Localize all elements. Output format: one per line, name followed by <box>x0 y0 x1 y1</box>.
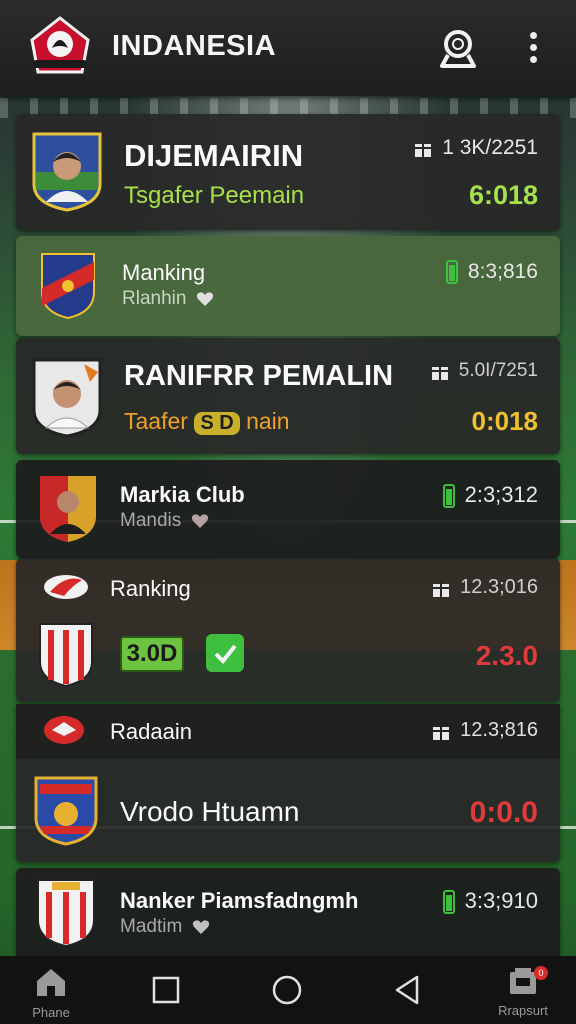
battery-icon <box>442 484 455 509</box>
nav-home-button[interactable] <box>270 974 304 1011</box>
player-subtitle: Tsgafer Peemain <box>124 182 305 209</box>
gift-icon <box>415 140 432 158</box>
gift-icon <box>433 722 450 740</box>
status-badge: S D <box>194 412 240 435</box>
stat-value: 5.0I/7251 <box>458 360 538 381</box>
card-subtitle-text: Rlanhin <box>122 288 187 309</box>
card-title: Vrodo Htuamn <box>120 796 300 827</box>
circle-icon <box>272 975 302 1005</box>
heart-icon <box>191 514 208 528</box>
ranking-card[interactable]: Manking Rlanhin 8:3;816 <box>16 236 560 336</box>
score-value: 0:0.0 <box>469 796 538 829</box>
club-crest-icon <box>39 623 93 688</box>
player-subtitle-pre: Taafer <box>124 408 188 434</box>
card-title: Nanker Piamsfadngmh <box>120 888 359 913</box>
stat-readout: 1 3K/2251 <box>414 136 538 160</box>
card-subtitle-text: Mandis <box>120 510 182 531</box>
player-name: RANIFRR PEMALIN <box>124 360 394 392</box>
player-subtitle: Taafer S D nain <box>124 408 290 435</box>
stat-readout: 2:3;312 <box>442 482 538 509</box>
card-title: Ranking <box>110 576 191 601</box>
back-triangle-icon <box>395 975 419 1005</box>
club-crest-icon <box>37 879 95 948</box>
player-photo-icon <box>40 476 96 542</box>
stat-readout: 8:3;816 <box>445 260 538 285</box>
gift-icon <box>431 362 448 380</box>
player-name: DIJEMAIRIN <box>124 138 304 173</box>
ranking-header[interactable]: Radaain 12.3;816 <box>16 704 560 758</box>
stat-value: 3:3;910 <box>464 888 538 913</box>
player-photo-icon <box>32 132 102 212</box>
stat-value: 2:3;312 <box>464 482 538 507</box>
player-photo-icon <box>32 358 102 438</box>
heart-icon <box>192 920 209 934</box>
stat-readout: 12.3;816 <box>432 719 538 742</box>
stat-readout: 3:3;910 <box>442 888 538 915</box>
score-value: 6:018 <box>468 180 538 210</box>
battery-icon <box>445 260 458 285</box>
heart-icon <box>196 292 213 306</box>
bottom-navigation: Phane 0 Rrapsurt <box>0 956 576 1024</box>
card-subtitle: Madtim <box>120 916 210 938</box>
nav-report[interactable]: 0 Rrapsurt <box>494 966 552 1018</box>
ranking-card[interactable]: Ranking 12.3;016 3.0D 2.3.0 <box>16 558 560 702</box>
stat-value: 12.3;816 <box>460 719 538 741</box>
home-icon <box>37 969 65 996</box>
card-title: Markia Club <box>120 482 245 507</box>
club-logo-icon <box>44 575 88 599</box>
match-card[interactable]: Vrodo Htuamn 0:0.0 <box>16 758 560 862</box>
nav-report-label: Rrapsurt <box>498 1003 548 1018</box>
card-title: Manking <box>122 260 206 285</box>
score-pill: 3.0D <box>120 636 184 672</box>
stat-readout: 12.3;016 <box>432 576 538 599</box>
more-menu-icon[interactable] <box>524 32 542 64</box>
player-subtitle-post: nain <box>246 408 290 434</box>
club-crest-icon <box>41 253 95 320</box>
stat-value: 12.3;016 <box>460 576 538 598</box>
battery-icon <box>442 890 455 915</box>
stat-readout: 5.0I/7251 <box>431 360 538 382</box>
nav-home-label: Phane <box>32 1005 70 1020</box>
square-icon <box>152 976 180 1004</box>
club-logo-icon <box>44 716 84 744</box>
score-value: 0:018 <box>471 406 539 436</box>
nav-back[interactable] <box>392 974 422 1011</box>
card-subtitle: Mandis <box>120 510 209 532</box>
card-subtitle: Rlanhin <box>122 288 214 310</box>
federation-logo-icon[interactable] <box>26 14 94 76</box>
card-title: Radaain <box>110 719 192 744</box>
check-icon <box>214 644 237 664</box>
club-card[interactable]: Markia Club Mandis 2:3;312 <box>16 460 560 558</box>
nav-recent-apps[interactable] <box>150 976 182 1009</box>
notification-badge: 0 <box>534 966 548 980</box>
app-title: INDANESIA <box>112 30 277 62</box>
player-card[interactable]: DIJEMAIRIN Tsgafer Peemain 1 3K/2251 6:0… <box>16 114 560 230</box>
nav-home[interactable]: Phane <box>26 966 76 1020</box>
player-card[interactable]: RANIFRR PEMALIN Taafer S D nain 5.0I/725… <box>16 338 560 454</box>
stat-value: 8:3;816 <box>467 260 538 283</box>
search-icon[interactable] <box>438 28 478 70</box>
app-header: INDANESIA <box>0 0 576 96</box>
score-value: 2.3.0 <box>475 640 538 671</box>
gift-icon <box>433 579 450 597</box>
club-crest-icon <box>34 776 98 846</box>
check-button[interactable] <box>206 634 244 672</box>
card-subtitle-text: Madtim <box>120 916 183 937</box>
stat-value: 1 3K/2251 <box>442 136 538 159</box>
player-card[interactable]: Nanker Piamsfadngmh Madtim 3:3;910 <box>16 868 560 956</box>
